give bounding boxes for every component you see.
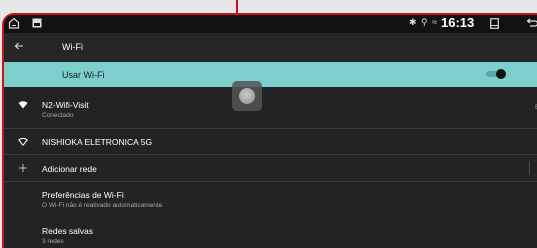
wifi-switch[interactable] — [484, 69, 506, 79]
saved-networks-title: Redes salvas — [42, 226, 94, 236]
app-bar: Wi-Fi — [4, 33, 537, 62]
network-name: N2-Wifi-Visit — [42, 100, 89, 110]
wifi-signal-icon — [18, 101, 28, 109]
back-arrow-icon[interactable] — [14, 41, 24, 51]
use-wifi-toggle-row[interactable]: Usar Wi-Fi — [4, 62, 537, 87]
network-row[interactable]: NISHIOKA ELETRONICA 5G — [4, 129, 537, 154]
status-bar: ✱ ⚲ ≈ 16:13 — [4, 15, 537, 33]
qr-divider — [529, 161, 530, 175]
add-network-row[interactable]: Adicionar rede — [4, 155, 537, 181]
saved-networks-row[interactable]: Redes salvas 3 redes — [4, 219, 537, 248]
home-icon[interactable] — [8, 17, 20, 29]
page-title: Wi-Fi — [62, 42, 83, 52]
preferences-subtitle: O Wi-Fi não é reativado automaticamente — [42, 202, 163, 209]
gallery-icon — [32, 18, 42, 28]
wifi-preferences-row[interactable]: Preferências de Wi-Fi O Wi-Fi não é reat… — [4, 182, 537, 218]
saved-networks-count: 3 redes — [42, 238, 64, 245]
device-frame: ✱ ⚲ ≈ 16:13 Wi-Fi Usar Wi-Fi N2-Wifi-Vis… — [0, 0, 537, 248]
preferences-title: Preferências de Wi-Fi — [42, 190, 124, 200]
network-status: Conectado — [42, 112, 74, 119]
switch-thumb — [496, 69, 506, 79]
red-connector — [236, 0, 238, 14]
network-row-connected[interactable]: N2-Wifi-Visit Conectado 8 — [4, 87, 537, 128]
screen: ✱ ⚲ ≈ 16:13 Wi-Fi Usar Wi-Fi N2-Wifi-Vis… — [2, 13, 537, 248]
network-name: NISHIOKA ELETRONICA 5G — [42, 137, 153, 147]
status-indicators: ✱ ⚲ ≈ — [409, 17, 439, 27]
use-wifi-label: Usar Wi-Fi — [62, 70, 105, 80]
floating-assistive-button[interactable] — [232, 81, 262, 111]
recents-icon[interactable] — [490, 18, 499, 29]
back-nav-icon[interactable] — [526, 18, 537, 29]
wifi-signal-outline-icon — [18, 137, 28, 146]
clock: 16:13 — [441, 15, 475, 30]
assistive-knob-icon — [239, 88, 255, 104]
add-network-label: Adicionar rede — [42, 164, 97, 174]
plus-icon — [19, 164, 27, 172]
